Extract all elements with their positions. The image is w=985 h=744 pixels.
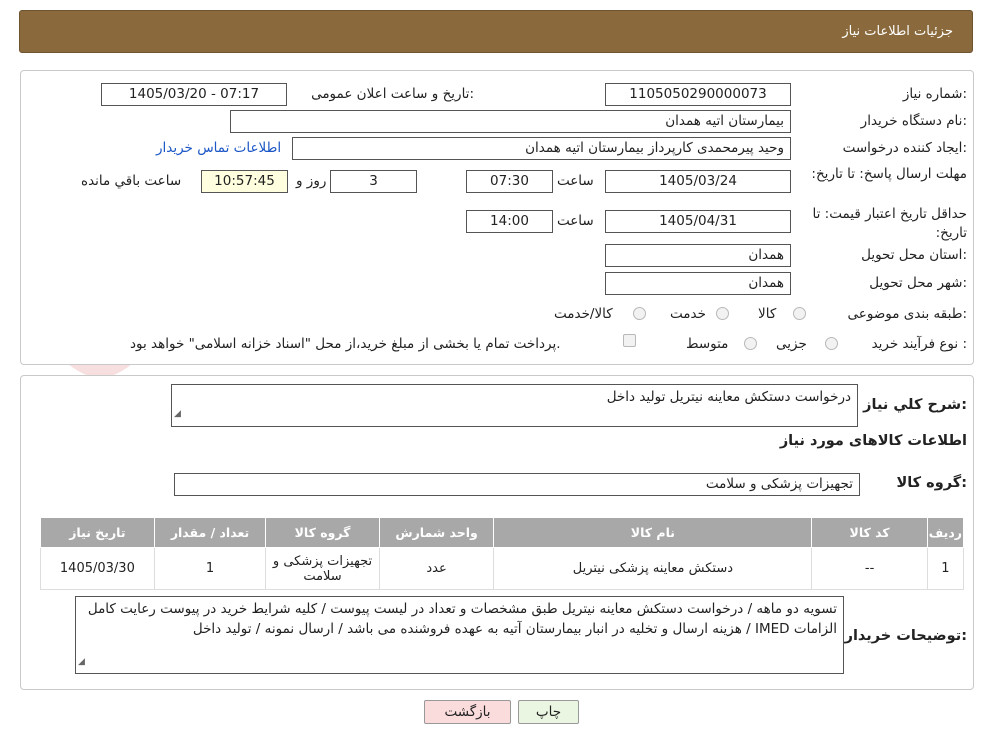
goods-group-label: گروه کالا:	[896, 475, 967, 491]
col-goods-group: گروه کالا	[265, 517, 380, 548]
price-validity-label: حداقل تاریخ اعتبار قیمت: تا تاریخ:	[812, 206, 967, 241]
col-quantity: تعداد / مقدار	[153, 517, 267, 548]
page-title: جزئیات اطلاعات نیاز	[842, 24, 953, 39]
page-header-bar	[19, 10, 973, 53]
cell-need-date: 1405/03/30	[40, 547, 155, 590]
col-goods-code: کد کالا	[811, 517, 928, 548]
buyer-org-label: نام دستگاه خریدار:	[860, 113, 967, 129]
cell-goods-group: تجهیزات پزشکی و سلامت	[265, 547, 380, 590]
reply-deadline-label: مهلت ارسال پاسخ: تا تاریخ:	[811, 166, 967, 182]
days-label: روز و	[296, 173, 327, 189]
process-option-medium: متوسط	[686, 336, 729, 352]
goods-table: ردیف کد کالا نام کالا واحد شمارش گروه کا…	[40, 517, 965, 590]
category-radio-goods[interactable]	[793, 307, 806, 320]
process-option-minor: جزیی	[776, 336, 807, 352]
reply-time-field: 07:30	[466, 170, 553, 193]
col-goods-name: نام کالا	[493, 517, 813, 548]
remaining-time-label: ساعت باقي مانده	[81, 173, 182, 189]
buyer-org-field: بیمارستان اتیه همدان	[230, 110, 791, 133]
days-remaining-field: 3	[330, 170, 417, 193]
summary-label: شرح کلي نیاز:	[863, 397, 967, 413]
category-option-goods-service: کالا/خدمت	[554, 306, 613, 322]
category-radio-service[interactable]	[716, 307, 729, 320]
buyer-contact-link[interactable]: اطلاعات تماس خریدار	[156, 140, 281, 156]
category-label: طبقه بندی موضوعی:	[847, 306, 967, 322]
buyer-notes-textarea[interactable]: تسویه دو ماهه / درخواست دستکش معاینه نیت…	[75, 596, 844, 674]
resize-grip-icon[interactable]: ◢	[78, 652, 85, 672]
process-type-label: نوع فرآیند خرید :	[871, 336, 967, 352]
delivery-province-field: همدان	[605, 244, 791, 267]
delivery-province-label: استان محل تحویل:	[861, 247, 967, 263]
cell-quantity: 1	[153, 547, 267, 590]
announce-datetime-field: 1405/03/20 - 07:17	[101, 83, 287, 106]
need-number-field: 1105050290000073	[605, 83, 791, 106]
cell-goods-code: --	[811, 547, 928, 590]
category-option-goods: کالا	[758, 306, 777, 322]
delivery-city-field: همدان	[605, 272, 791, 295]
reply-date-field: 1405/03/24	[605, 170, 791, 193]
delivery-city-label: شهر محل تحویل:	[869, 275, 967, 291]
category-radio-goods-service[interactable]	[633, 307, 646, 320]
cell-row-number: 1	[926, 547, 965, 590]
col-unit: واحد شمارش	[378, 517, 495, 548]
col-need-date: تاریخ نیاز	[40, 517, 155, 548]
goods-group-field: تجهیزات پزشکی و سلامت	[174, 473, 860, 496]
price-validity-time-label: ساعت	[557, 213, 594, 229]
cell-goods-name: دستکش معاینه پزشکی نیتریل	[493, 547, 813, 590]
goods-table-header-row: ردیف کد کالا نام کالا واحد شمارش گروه کا…	[40, 517, 965, 548]
back-button[interactable]: بازگشت	[424, 700, 511, 724]
treasury-payment-note: پرداخت تمام یا بخشی از مبلغ خرید،از محل …	[130, 336, 561, 352]
category-option-service: خدمت	[670, 306, 706, 322]
process-radio-minor[interactable]	[825, 337, 838, 350]
goods-info-heading: اطلاعات کالاهای مورد نیاز	[779, 433, 967, 449]
need-number-label: شماره نیاز:	[902, 86, 967, 102]
col-row-number: ردیف	[926, 517, 965, 548]
price-validity-time-field: 14:00	[466, 210, 553, 233]
creator-field: وحید پیرمحمدی کارپرداز بیمارستان اتیه هم…	[292, 137, 791, 160]
table-row: 1 -- دستکش معاینه پزشکی نیتریل عدد تجهیز…	[40, 547, 965, 590]
reply-time-label: ساعت	[557, 173, 594, 189]
treasury-payment-checkbox[interactable]	[623, 334, 636, 347]
announce-datetime-label: تاریخ و ساعت اعلان عمومی:	[311, 86, 474, 102]
summary-textarea[interactable]: درخواست دستکش معاینه نیتریل تولید داخل ◢	[171, 384, 858, 427]
price-validity-date-field: 1405/04/31	[605, 210, 791, 233]
buyer-notes-label: توضیحات خریدار:	[844, 628, 967, 644]
buyer-notes-text: تسویه دو ماهه / درخواست دستکش معاینه نیت…	[87, 601, 837, 637]
summary-text: درخواست دستکش معاینه نیتریل تولید داخل	[606, 389, 851, 405]
remaining-time-field: 10:57:45	[201, 170, 288, 193]
print-button[interactable]: چاپ	[518, 700, 579, 724]
creator-label: ایجاد کننده درخواست:	[842, 140, 967, 156]
cell-unit: عدد	[378, 547, 495, 590]
process-radio-medium[interactable]	[744, 337, 757, 350]
resize-grip-icon[interactable]: ◢	[174, 403, 181, 425]
